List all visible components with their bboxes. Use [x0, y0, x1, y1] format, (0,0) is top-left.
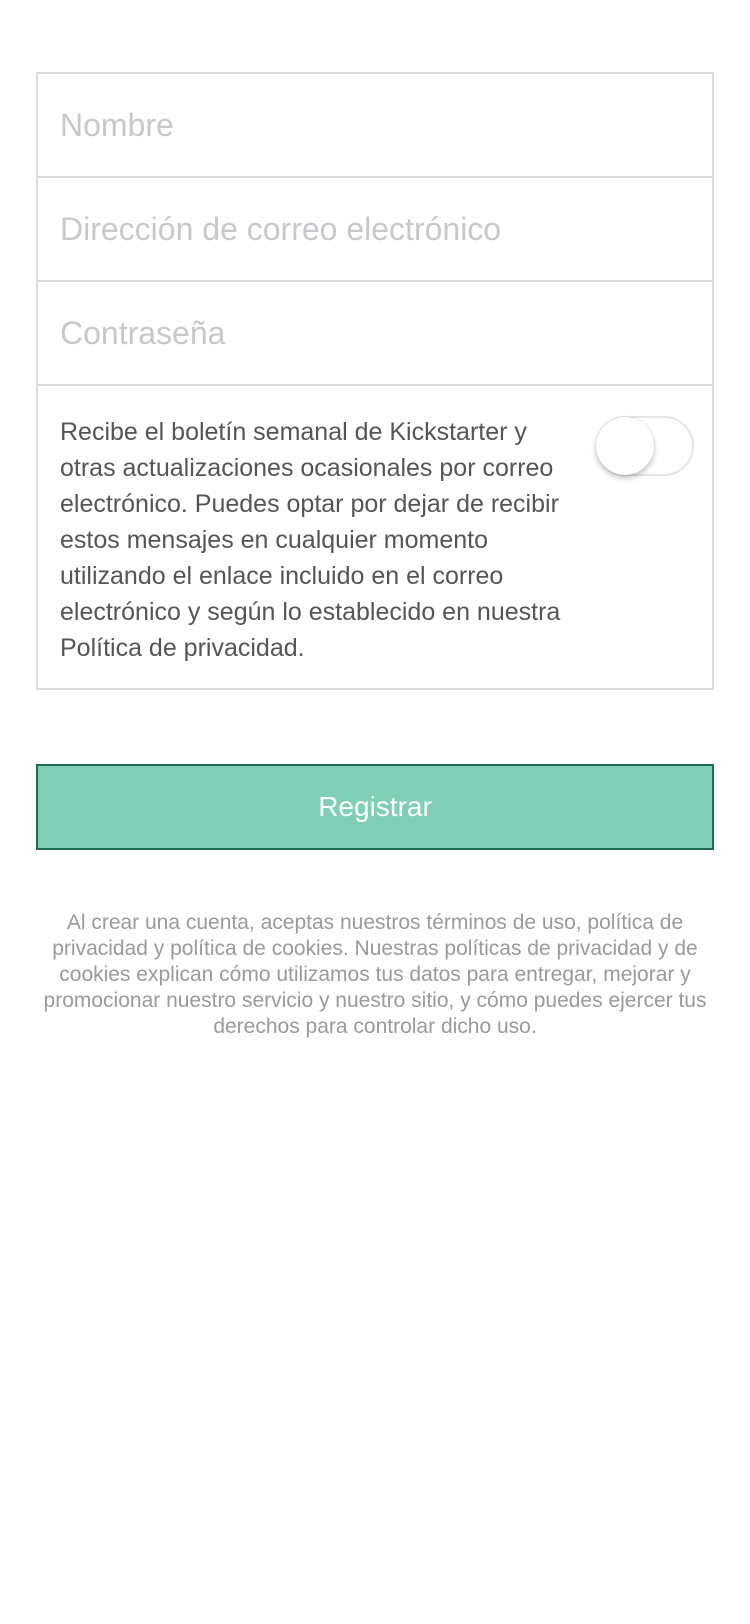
password-field-row — [38, 282, 712, 386]
signup-form: Recibe el boletín semanal de Kickstarter… — [36, 72, 714, 690]
newsletter-row: Recibe el boletín semanal de Kickstarter… — [38, 386, 712, 688]
password-input[interactable] — [38, 282, 712, 384]
legal-disclaimer: Al crear una cuenta, aceptas nuestros té… — [43, 911, 707, 1038]
email-input[interactable] — [38, 178, 712, 280]
toggle-knob — [596, 417, 654, 475]
email-field-row — [38, 178, 712, 282]
register-button[interactable]: Registrar — [36, 764, 714, 850]
name-input[interactable] — [38, 74, 712, 176]
newsletter-toggle[interactable] — [596, 416, 694, 476]
name-field-row — [38, 74, 712, 178]
newsletter-text: Recibe el boletín semanal de Kickstarter… — [60, 418, 561, 662]
